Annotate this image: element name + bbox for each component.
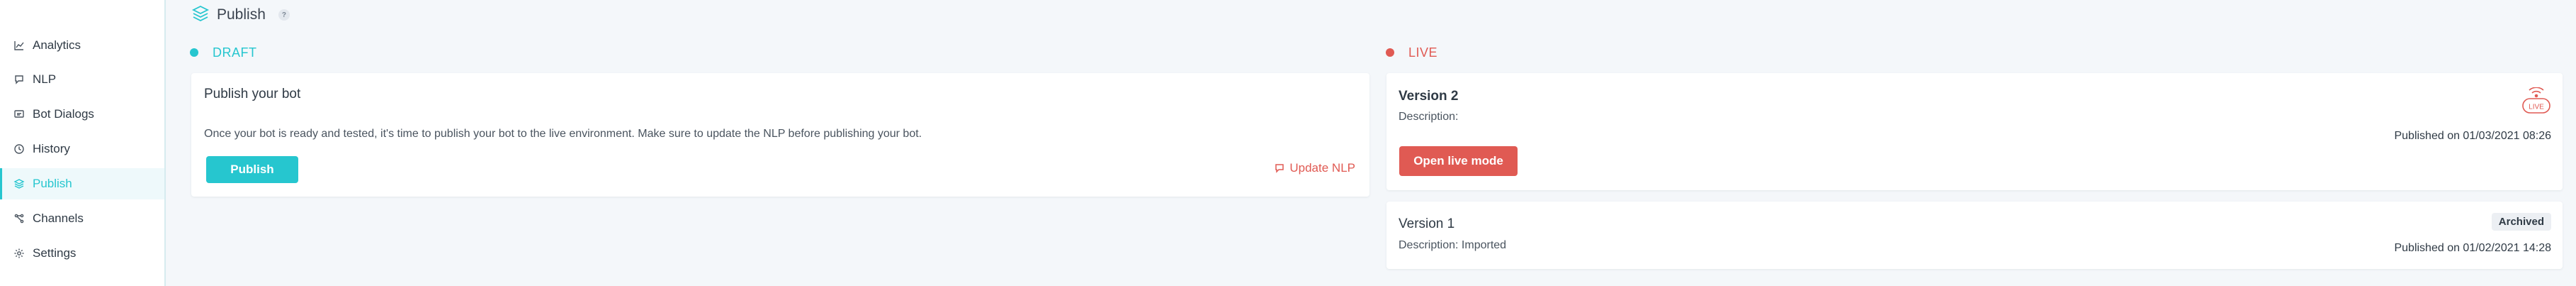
sidebar: Analytics NLP Bot Dialogs History Publis… [0,0,166,286]
update-nlp-link[interactable]: Update NLP [1274,161,1355,175]
sidebar-item-analytics[interactable]: Analytics [0,30,164,61]
update-nlp-label: Update NLP [1289,161,1355,175]
live-badge-text: LIVE [2529,104,2544,111]
layers-icon [13,177,26,190]
page-title-text: Publish [217,6,266,23]
sidebar-item-settings[interactable]: Settings [0,238,164,269]
sidebar-item-label: NLP [33,72,57,86]
archived-badge: Archived [2491,213,2551,231]
live-version-card: Version 2 Description: LIVE Published on… [1386,73,2563,190]
sidebar-item-label: Channels [33,211,84,225]
sidebar-item-channels[interactable]: Channels [0,203,164,234]
live-version-title: Version 2 [1399,89,1459,104]
draft-label: DRAFT [213,45,257,60]
draft-card-title: Publish your bot [204,87,301,101]
sidebar-item-label: Analytics [33,38,81,52]
help-icon[interactable]: ? [278,9,290,21]
live-label: LIVE [1408,45,1438,60]
sidebar-item-label: Bot Dialogs [33,107,94,121]
live-status-dot [1386,48,1394,57]
sidebar-item-publish[interactable]: Publish [0,168,164,199]
archived-version-description: Description: Imported [1399,239,1507,251]
sidebar-item-label: History [33,142,70,155]
draft-section-header: DRAFT [190,44,257,61]
dialog-icon [13,108,26,121]
chat-bubble-icon [13,73,26,86]
gear-icon [13,247,26,260]
draft-description: Once your bot is ready and tested, it's … [204,128,922,140]
layers-icon [191,4,210,26]
sidebar-item-nlp[interactable]: NLP [0,64,164,95]
draft-status-dot [190,48,198,57]
channels-icon [13,212,26,225]
archived-version-title: Version 1 [1399,216,1455,231]
archived-published-date: Published on 01/02/2021 14:28 [2394,242,2551,254]
live-version-description: Description: [1399,111,1459,123]
sidebar-item-bot-dialogs[interactable]: Bot Dialogs [0,99,164,130]
live-section-header: LIVE [1386,44,1437,61]
sidebar-item-history[interactable]: History [0,133,164,165]
publish-button[interactable]: Publish [206,156,298,183]
chat-bubble-icon [1275,164,1284,173]
open-live-mode-button[interactable]: Open live mode [1399,146,1518,176]
live-published-date: Published on 01/03/2021 08:26 [2394,130,2551,142]
clock-icon [13,143,26,155]
page-title: Publish ? [191,4,290,26]
draft-card: Publish your bot Once your bot is ready … [191,73,1369,197]
chart-line-icon [13,39,26,52]
sidebar-item-label: Publish [33,177,72,190]
sidebar-item-label: Settings [33,246,77,260]
archived-version-card: Version 1 Description: Imported Archived… [1386,202,2563,269]
live-broadcast-icon: LIVE [2520,87,2553,116]
